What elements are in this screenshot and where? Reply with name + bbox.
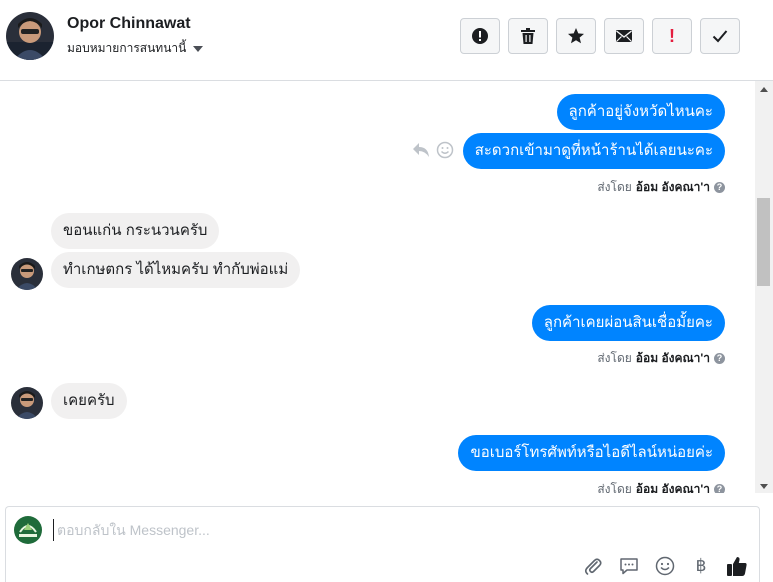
contact-avatar-small[interactable] xyxy=(11,387,43,419)
chat-bubble-icon xyxy=(620,558,638,575)
reply-input[interactable] xyxy=(53,519,653,541)
paperclip-icon xyxy=(584,558,602,575)
sent-by-prefix: ส่งโดย xyxy=(597,180,632,194)
alert-icon xyxy=(472,28,488,44)
help-icon[interactable]: ? xyxy=(714,182,725,193)
saved-replies-button[interactable] xyxy=(618,555,640,577)
outgoing-message[interactable]: ลูกค้าอยู่จังหวัดไหนคะ xyxy=(556,94,725,130)
message-thread[interactable]: ลูกค้าอยู่จังหวัดไหนคะ สะดวกเข้ามาดูที่ห… xyxy=(0,81,755,493)
exclamation-icon: ! xyxy=(669,25,675,46)
mark-unread-button[interactable] xyxy=(604,18,644,54)
check-icon xyxy=(712,30,728,43)
outgoing-message[interactable]: สะดวกเข้ามาดูที่หน้าร้านได้เลยนะคะ xyxy=(462,133,725,169)
scroll-up-arrow-icon[interactable] xyxy=(760,87,768,92)
sent-by-label: ส่งโดย อ้อม อังคณา'า ? xyxy=(597,480,725,493)
emoji-button[interactable] xyxy=(654,555,676,577)
sent-by-label: ส่งโดย อ้อม อังคณา'า ? xyxy=(597,178,725,197)
composer-toolbar: ฿ xyxy=(582,555,748,577)
caret-down-icon xyxy=(193,45,204,52)
contact-name[interactable]: Opor Chinnawat xyxy=(67,15,191,33)
assign-label: มอบหมายการสนทนานี้ xyxy=(67,41,187,55)
baht-icon: ฿ xyxy=(695,556,707,575)
payment-button[interactable]: ฿ xyxy=(690,555,712,577)
reply-composer: ฿ xyxy=(5,506,760,582)
conversation-toolbar: ! xyxy=(460,18,740,54)
incoming-message[interactable]: เคยครับ xyxy=(51,383,127,419)
conversation-header: Opor Chinnawat มอบหมายการสนทนานี้ ! xyxy=(0,0,773,81)
conversation-window: Opor Chinnawat มอบหมายการสนทนานี้ ! ลูกค… xyxy=(0,0,773,582)
thumbs-up-icon xyxy=(727,557,747,576)
star-icon xyxy=(568,28,584,44)
send-like-button[interactable] xyxy=(726,555,748,577)
emoji-icon xyxy=(655,556,675,576)
envelope-icon xyxy=(616,30,632,42)
page-avatar xyxy=(14,516,42,544)
star-button[interactable] xyxy=(556,18,596,54)
sent-by-prefix: ส่งโดย xyxy=(597,351,632,365)
scroll-down-arrow-icon[interactable] xyxy=(760,484,768,489)
assign-conversation-dropdown[interactable]: มอบหมายการสนทนานี้ xyxy=(67,39,204,58)
help-icon[interactable]: ? xyxy=(714,484,725,493)
sender-name[interactable]: อ้อม อังคณา'า xyxy=(636,349,710,368)
help-icon[interactable]: ? xyxy=(714,353,725,364)
outgoing-message[interactable]: ลูกค้าเคยผ่อนสินเชื่อมั้ยคะ xyxy=(531,305,725,341)
sender-name[interactable]: อ้อม อังคณา'า xyxy=(636,178,710,197)
outgoing-message[interactable]: ขอเบอร์โทรศัพท์หรือไอดีไลน์หน่อยค่ะ xyxy=(458,435,725,471)
sent-by-prefix: ส่งโดย xyxy=(597,482,632,493)
reply-icon[interactable] xyxy=(412,142,430,158)
incoming-message[interactable]: ขอนแก่น กระนวนครับ xyxy=(51,213,220,249)
delete-button[interactable] xyxy=(508,18,548,54)
contact-avatar[interactable] xyxy=(6,12,54,60)
contact-avatar-small[interactable] xyxy=(11,258,43,290)
attach-file-button[interactable] xyxy=(582,555,604,577)
message-scrollbar[interactable] xyxy=(755,81,773,493)
incoming-message[interactable]: ทำเกษตกร ได้ไหมครับ ทำกับพ่อแม่ xyxy=(51,252,301,288)
scrollbar-thumb[interactable] xyxy=(757,198,770,286)
important-button[interactable]: ! xyxy=(652,18,692,54)
done-button[interactable] xyxy=(700,18,740,54)
trash-icon xyxy=(521,28,535,44)
emoji-reaction-icon[interactable] xyxy=(436,141,454,159)
message-actions xyxy=(412,141,454,159)
sent-by-label: ส่งโดย อ้อม อังคณา'า ? xyxy=(597,349,725,368)
spam-button[interactable] xyxy=(460,18,500,54)
sender-name[interactable]: อ้อม อังคณา'า xyxy=(636,480,710,493)
